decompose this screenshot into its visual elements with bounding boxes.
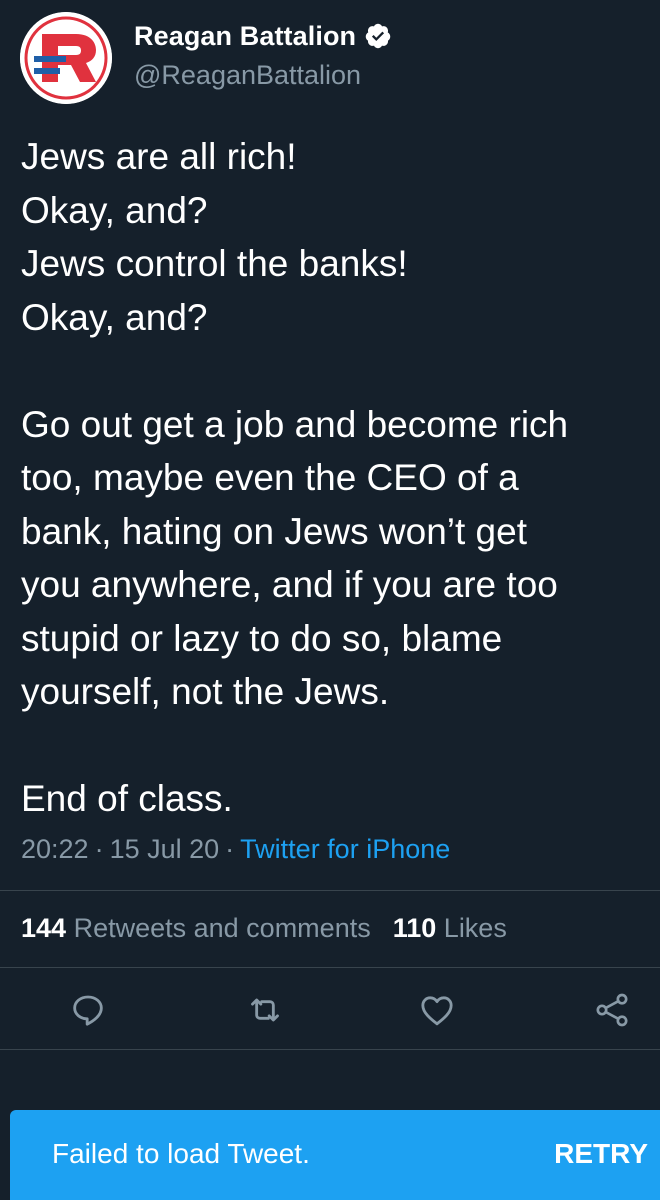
- tweet-line: bank, hating on Jews won’t get: [21, 510, 527, 552]
- tweet-meta: 20:22 · 15 Jul 20 · Twitter for iPhone: [21, 834, 450, 865]
- tweet-line: yourself, not the Jews.: [21, 671, 390, 712]
- share-icon: [596, 993, 628, 1027]
- tweet-line: Jews are all rich!: [21, 136, 297, 177]
- avatar[interactable]: [20, 12, 112, 104]
- tweet-line: you anywhere, and if you are too: [21, 564, 558, 605]
- verified-badge-icon: [364, 22, 392, 50]
- like-icon: [421, 996, 453, 1026]
- reply-icon: [73, 995, 103, 1026]
- reply-button[interactable]: [68, 990, 108, 1030]
- retweet-button[interactable]: [245, 990, 285, 1030]
- share-button[interactable]: [592, 990, 632, 1030]
- divider: [0, 967, 660, 968]
- tweet-line: End of class.: [21, 778, 233, 819]
- toast-message: Failed to load Tweet.: [52, 1138, 310, 1169]
- error-toast: Failed to load Tweet. RETRY: [10, 1110, 660, 1200]
- like-button[interactable]: [417, 990, 457, 1030]
- meta-separator: ·: [225, 834, 235, 864]
- likes-count: 110: [392, 913, 437, 943]
- retry-button[interactable]: RETRY: [554, 1138, 648, 1170]
- likes-stat[interactable]: 110 Likes: [393, 913, 507, 943]
- tweet-line: stupid or lazy to do so, blame: [21, 617, 503, 659]
- tweet-time: 20:22: [21, 834, 89, 864]
- retweet-icon: [251, 998, 279, 1022]
- meta-separator: ·: [94, 834, 104, 864]
- tweet-stats: 144 Retweets and comments 110 Likes: [21, 913, 507, 944]
- retweets-stat[interactable]: 144 Retweets and comments: [21, 913, 371, 943]
- tweet-text: Jews are all rich! Okay, and? Jews contr…: [21, 130, 651, 826]
- tweet-source-link[interactable]: Twitter for iPhone: [240, 834, 450, 864]
- retweets-label: Retweets and comments: [73, 913, 371, 943]
- tweet-line: Okay, and?: [21, 189, 208, 231]
- tweet-line: too, maybe even the CEO of a: [21, 457, 519, 498]
- tweet-line: Go out get a job and become rich: [21, 403, 569, 445]
- divider: [0, 890, 660, 891]
- reagan-battalion-logo: [20, 12, 112, 104]
- name-row: Reagan Battalion: [134, 16, 392, 56]
- divider: [0, 1049, 660, 1050]
- display-name[interactable]: Reagan Battalion: [134, 21, 356, 52]
- tweet-date: 15 Jul 20: [109, 834, 220, 864]
- tweet-line: Jews control the banks!: [21, 243, 408, 284]
- retweets-count: 144: [21, 913, 67, 943]
- likes-label: Likes: [443, 913, 507, 943]
- account-handle[interactable]: @ReaganBattalion: [134, 60, 361, 91]
- tweet-line: Okay, and?: [21, 296, 208, 338]
